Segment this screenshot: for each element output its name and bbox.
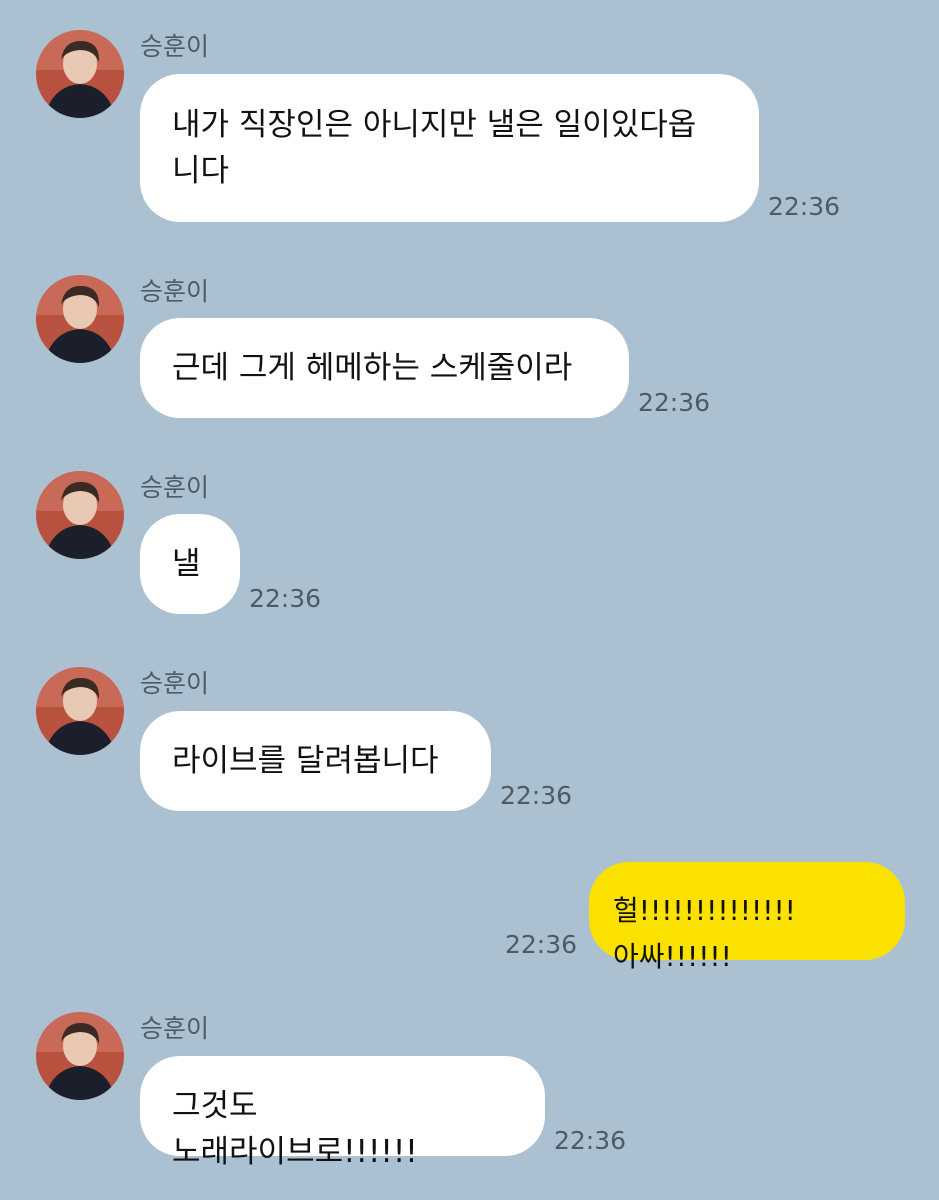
avatar[interactable]	[36, 471, 124, 559]
message-bubble-mine[interactable]: 헐!!!!!!!!!!!!!!아싸!!!!!!	[589, 862, 905, 973]
message-bubble[interactable]: 낼	[140, 514, 240, 614]
sender-name: 승훈이	[140, 277, 210, 306]
message-bubble[interactable]: 그것도 노래라이브로!!!!!!	[140, 1056, 545, 1170]
message-bubble[interactable]: 내가 직장인은 아니지만 낼은 일이있다옵 니다	[140, 74, 759, 222]
message-time: 22:36	[505, 930, 578, 959]
message-time: 22:36	[249, 584, 322, 613]
message-time: 22:36	[768, 192, 841, 221]
avatar[interactable]	[36, 667, 124, 755]
message-bubble[interactable]: 라이브를 달려봅니다	[140, 711, 491, 811]
sender-name: 승훈이	[140, 669, 210, 698]
sender-name: 승훈이	[140, 32, 210, 61]
avatar[interactable]	[36, 275, 124, 363]
avatar[interactable]	[36, 1012, 124, 1100]
message-time: 22:36	[500, 781, 573, 810]
sender-name: 승훈이	[140, 1014, 210, 1043]
message-bubble[interactable]: 근데 그게 헤메하는 스케줄이라	[140, 318, 629, 418]
avatar[interactable]	[36, 30, 124, 118]
sender-name: 승훈이	[140, 473, 210, 502]
message-time: 22:36	[554, 1126, 627, 1155]
message-time: 22:36	[638, 388, 711, 417]
